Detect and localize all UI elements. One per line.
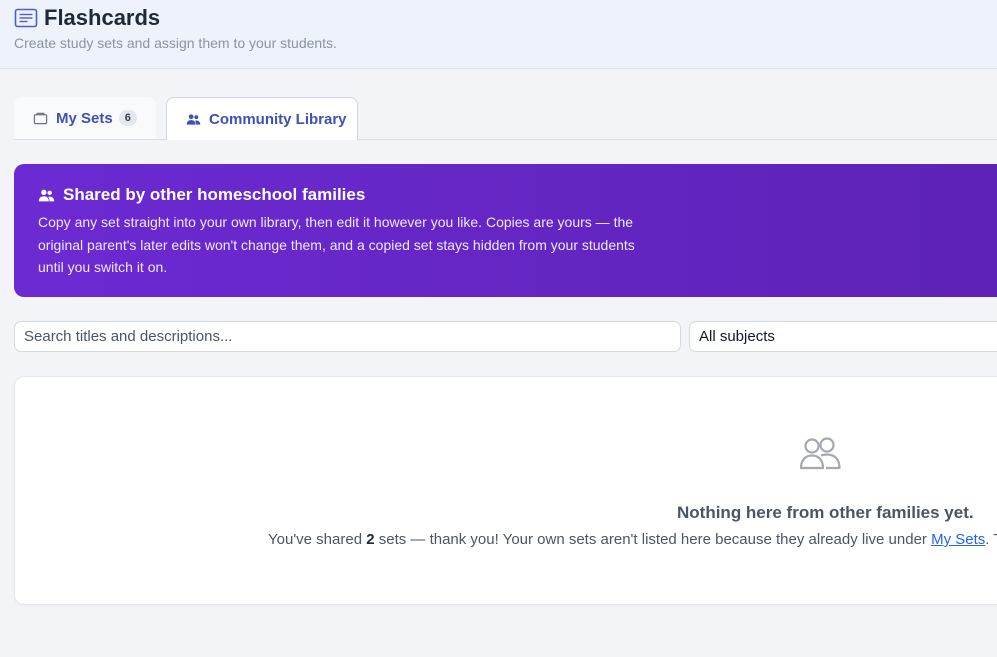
community-info-banner: Shared by other homeschool families Copy… — [14, 164, 997, 297]
banner-title: Shared by other homeschool families — [63, 185, 366, 204]
subject-filter-select[interactable]: All subjects — [689, 321, 997, 352]
tab-my-sets[interactable]: My Sets 6 — [14, 97, 156, 139]
empty-state-card: Nothing here from other families yet. Yo… — [14, 376, 997, 605]
folder-icon — [33, 112, 48, 124]
page-header: Flashcards Create study sets and assign … — [0, 0, 997, 69]
banner-title-row: Shared by other homeschool families — [38, 185, 365, 205]
title-row: Flashcards — [14, 5, 160, 31]
empty-state-message: You've shared 2 sets — thank you! Your o… — [268, 531, 997, 548]
tab-my-sets-label: My Sets — [56, 109, 113, 127]
my-sets-link[interactable]: My Sets — [931, 531, 985, 548]
my-sets-count-badge: 6 — [118, 110, 137, 126]
page-title: Flashcards — [44, 5, 161, 30]
banner-description: Copy any set straight into your own libr… — [38, 214, 635, 275]
people-outline-icon — [799, 437, 841, 470]
tab-bar: My Sets 6 Community Library — [14, 97, 997, 140]
empty-state-text-middle: sets — thank you! Your own sets aren't l… — [374, 531, 932, 548]
tab-community-library[interactable]: Community Library — [166, 97, 358, 140]
empty-state-text-suffix: . T — [985, 531, 997, 548]
empty-state-text-prefix: You've shared — [268, 531, 367, 548]
tab-community-library-label: Community Library — [209, 110, 347, 128]
shared-sets-count: 2 — [366, 531, 375, 548]
search-input[interactable] — [14, 321, 681, 352]
flashcard-icon — [14, 8, 38, 28]
people-icon — [186, 113, 201, 125]
empty-state-title: Nothing here from other families yet. — [677, 503, 974, 522]
page-subtitle: Create study sets and assign them to you… — [14, 35, 337, 51]
people-icon — [38, 189, 55, 201]
subject-filter-value: All subjects — [699, 328, 775, 345]
